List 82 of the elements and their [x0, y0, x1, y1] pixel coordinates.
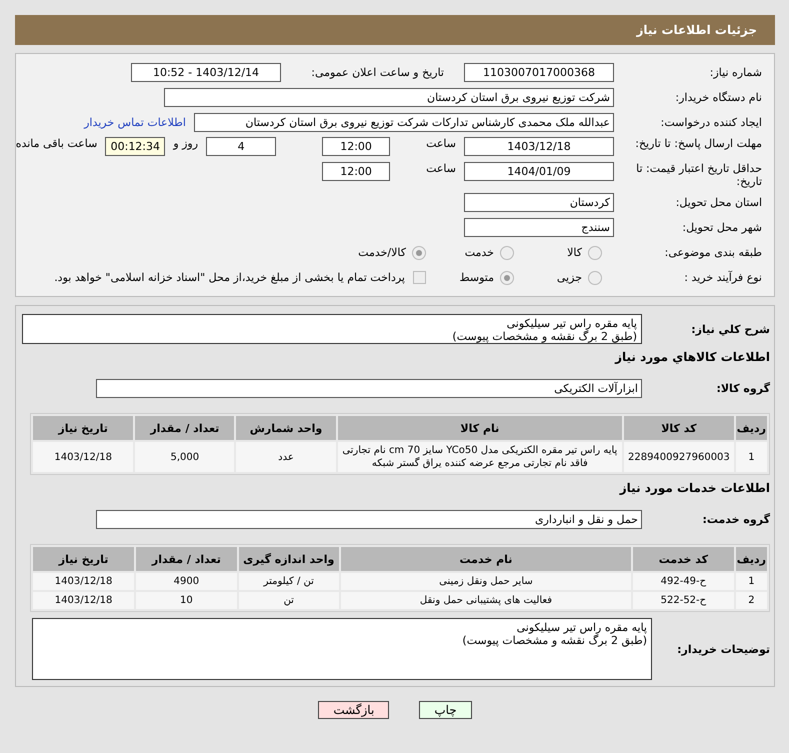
- table-cell: تن: [238, 592, 339, 609]
- table-cell: 2289400927960003: [624, 442, 734, 472]
- radio-button[interactable]: [500, 270, 514, 284]
- table-cell: 1: [736, 442, 767, 472]
- field-label: حداقل تاریخ اعتبار قیمت: تا تاریخ:: [635, 162, 762, 188]
- deadline-date-field: 1403/12/18: [464, 137, 614, 156]
- requester-field: عبدالله ملک محمدی کارشناس تدارکات شرکت توزیع نیروی برق استان کردستان: [194, 113, 614, 132]
- field-label: شماره نیاز:: [708, 66, 762, 79]
- section-title: اطلاعات خدمات مورد نياز: [618, 481, 770, 495]
- radio-button[interactable]: [588, 246, 602, 260]
- column-header: تاریخ نیاز: [33, 547, 134, 571]
- column-header: کد کالا: [624, 416, 734, 440]
- remaining-time-field: 00:12:34: [105, 137, 166, 156]
- table-cell: ح-49-492: [632, 573, 734, 590]
- deadline-time-field: 12:00: [322, 137, 390, 156]
- payment-note: پرداخت تمام یا بخشی از مبلغ خرید،از محل "اسناد خزانه اسلامی" خواهد بود.: [54, 271, 405, 284]
- table-cell: 2: [736, 592, 767, 609]
- column-header: تعداد / مقدار: [136, 547, 237, 571]
- field-label: طبقه بندی موضوعی:: [664, 246, 762, 259]
- column-header: نام کالا: [338, 416, 622, 440]
- table-cell: 4900: [136, 573, 237, 590]
- table-cell: ح-52-522: [632, 592, 734, 609]
- table-cell: 1: [736, 573, 767, 590]
- column-header: تاریخ نیاز: [33, 416, 134, 440]
- table-cell: 10: [136, 592, 237, 609]
- table-cell: 1403/12/18: [33, 442, 134, 472]
- option-label: متوسط: [459, 271, 494, 284]
- goods-group-field: ابزارآلات الکتریکی: [96, 379, 642, 398]
- table-cell: عدد: [236, 442, 336, 472]
- field-label: استان محل تحویل:: [674, 196, 762, 209]
- field-label: مهلت ارسال پاسخ: تا تاریخ:: [634, 137, 762, 150]
- validity-date-field: 1404/01/09: [464, 162, 614, 181]
- field-label: نوع فرآیند خرید :: [683, 271, 762, 284]
- field-label: شهر محل تحویل:: [681, 221, 762, 234]
- table-cell: 5,000: [135, 442, 234, 472]
- column-header: ردیف: [736, 416, 767, 440]
- option-label: جزیی: [556, 271, 582, 284]
- print-button[interactable]: چاپ: [419, 701, 472, 719]
- announce-date-field: 1403/12/14 - 10:52: [131, 63, 281, 82]
- table-cell: تن / کیلومتر: [238, 573, 339, 590]
- field-label: شرح کلي نياز:: [690, 322, 770, 336]
- field-label: روز و: [173, 137, 198, 150]
- column-header: واحد شمارش: [236, 416, 336, 440]
- city-field: سنندج: [464, 218, 614, 237]
- validity-time-field: 12:00: [322, 162, 390, 181]
- province-field: کردستان: [464, 193, 614, 212]
- column-header: ردیف: [736, 547, 767, 571]
- checkbox[interactable]: [413, 271, 426, 284]
- option-label: کالا/خدمت: [358, 246, 406, 259]
- notes-textarea[interactable]: پایه مقره راس تیر سیلیکونی (طبق 2 برگ نقشه و مشخصات پیوست): [32, 618, 652, 680]
- field-label: گروه کالا:: [715, 382, 770, 395]
- radio-button[interactable]: [588, 270, 602, 284]
- buyer-field: شرکت توزیع نیروی برق استان کردستان: [164, 88, 614, 107]
- field-label: گروه خدمت:: [701, 513, 770, 526]
- field-label: توضیحات خریدار:: [676, 642, 770, 656]
- column-header: واحد اندازه گیری: [238, 547, 339, 571]
- table-cell: سایر حمل ونقل زمینی: [341, 573, 631, 590]
- table-cell: پایه راس تیر مقره الکتریکی مدل YCo50 سایز cm 70 نام تجارتی فاقد نام تجارتی مرجع عرضه کننده یراق گستر شبکه: [338, 442, 622, 472]
- field-label: تاریخ و ساعت اعلان عمومی:: [310, 66, 444, 79]
- field-label: ساعت باقی مانده: [16, 137, 98, 150]
- column-header: تعداد / مقدار: [135, 416, 234, 440]
- field-label: ساعت: [426, 162, 456, 175]
- back-button[interactable]: بازگشت: [318, 701, 390, 719]
- page-header: جزئیات اطلاعات نیاز: [15, 15, 775, 45]
- column-header: کد خدمت: [632, 547, 734, 571]
- contact-link[interactable]: اطلاعات تماس خریدار: [84, 116, 186, 129]
- need-number-field: 1103007017000368: [464, 63, 614, 82]
- option-label: خدمت: [464, 246, 494, 259]
- summary-textarea[interactable]: پایه مقره راس تیر سیلیکونی (طبق 2 برگ نقشه و مشخصات پیوست): [22, 314, 642, 344]
- section-title: اطلاعات کالاهاي مورد نياز: [614, 350, 770, 364]
- days-field: 4: [206, 137, 276, 156]
- table-cell: 1403/12/18: [33, 592, 134, 609]
- radio-button[interactable]: [412, 246, 426, 260]
- radio-button[interactable]: [500, 246, 514, 260]
- field-label: نام دستگاه خریدار:: [674, 91, 762, 104]
- field-label: ساعت: [426, 137, 456, 150]
- service-group-field: حمل و نقل و انبارداری: [96, 510, 642, 529]
- field-label: ایجاد کننده درخواست:: [660, 116, 762, 129]
- table-cell: فعالیت های پشتیبانی حمل ونقل: [341, 592, 631, 609]
- table-cell: 1403/12/18: [33, 573, 134, 590]
- column-header: نام خدمت: [341, 547, 631, 571]
- option-label: کالا: [567, 246, 582, 259]
